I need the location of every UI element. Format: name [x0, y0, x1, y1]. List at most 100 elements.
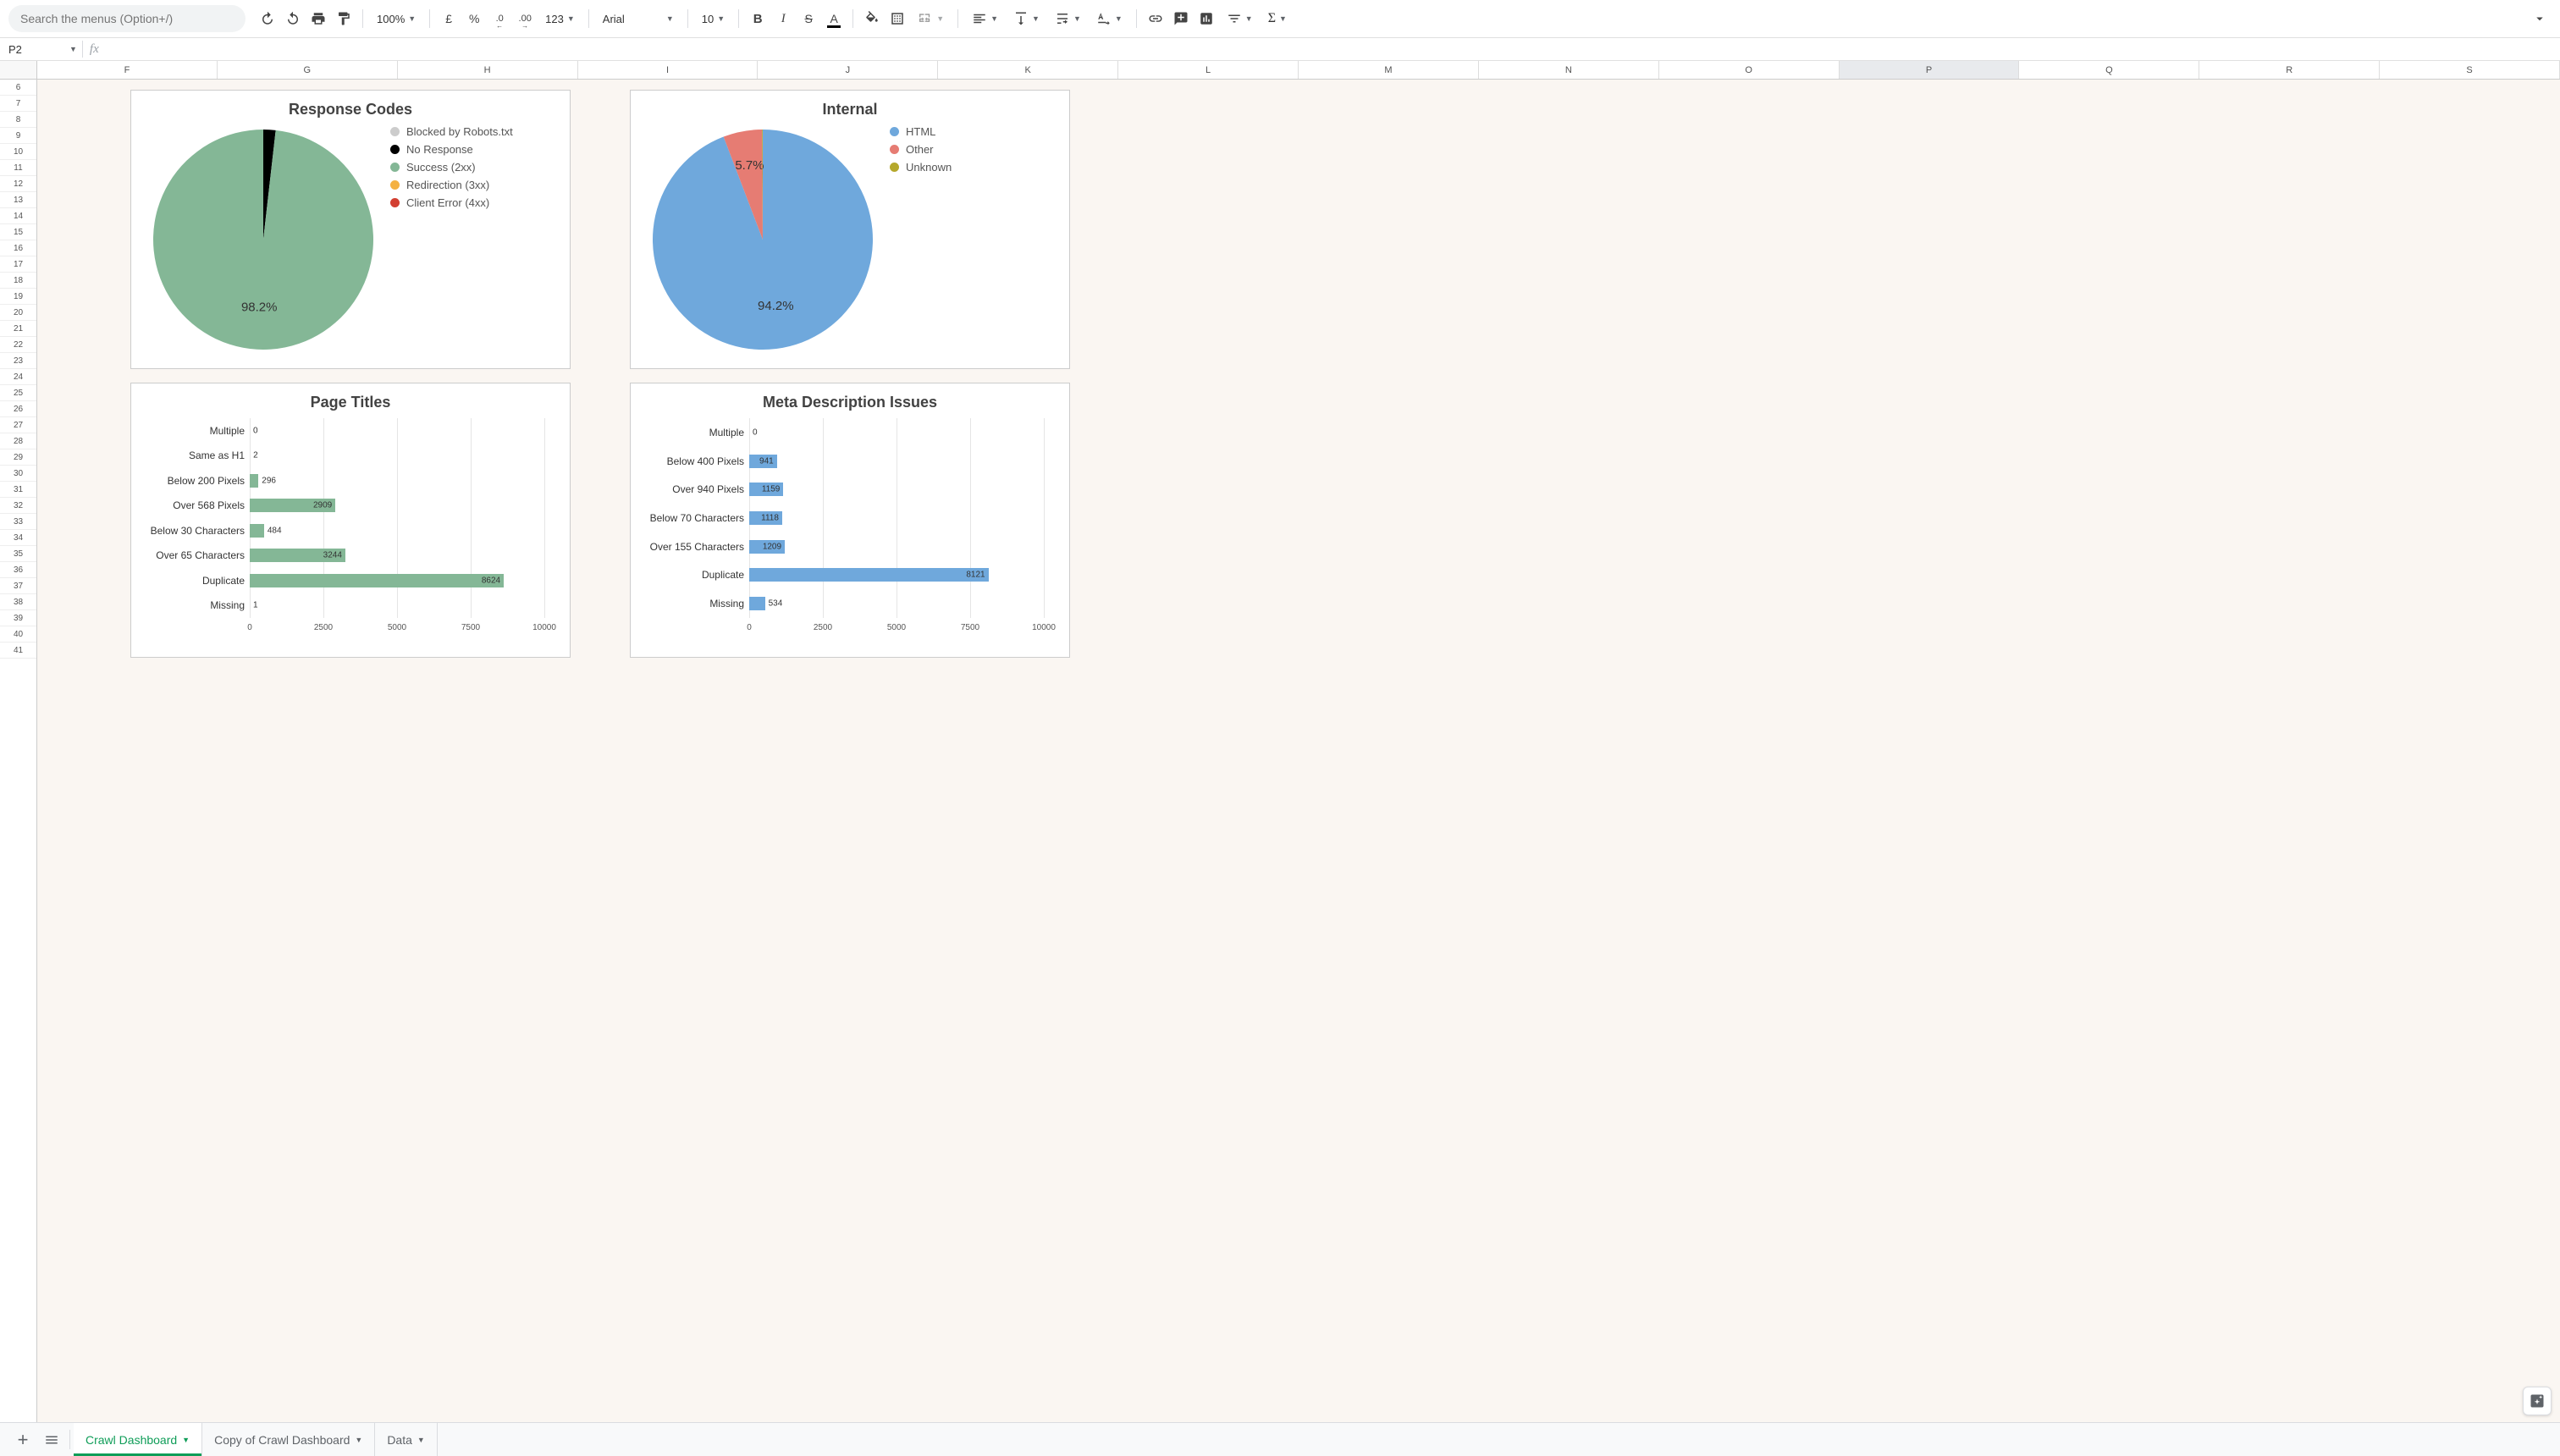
row-header[interactable]: 15	[0, 224, 36, 240]
undo-button[interactable]	[256, 7, 279, 30]
row-header[interactable]: 33	[0, 514, 36, 530]
row-header[interactable]: 32	[0, 498, 36, 514]
text-rotation-button[interactable]: ▼	[1090, 8, 1129, 30]
row-header[interactable]: 29	[0, 449, 36, 466]
row-header[interactable]: 12	[0, 176, 36, 192]
row-header[interactable]: 41	[0, 643, 36, 659]
spreadsheet-grid[interactable]: FGHIJKLMNOPQRS 6789101112131415161718192…	[0, 61, 2560, 1422]
column-header[interactable]: P	[1840, 61, 2020, 79]
sheet-tab[interactable]: Crawl Dashboard▼	[74, 1423, 202, 1456]
explore-button[interactable]	[2523, 1387, 2552, 1415]
all-sheets-button[interactable]	[37, 1426, 66, 1454]
row-header[interactable]: 14	[0, 208, 36, 224]
add-sheet-button[interactable]: +	[8, 1426, 37, 1454]
column-header[interactable]: O	[1659, 61, 1840, 79]
paint-format-button[interactable]	[332, 7, 356, 30]
row-header[interactable]: 6	[0, 80, 36, 96]
toolbar-more-button[interactable]	[2528, 7, 2552, 30]
insert-comment-button[interactable]	[1169, 7, 1193, 30]
column-header[interactable]: R	[2199, 61, 2380, 79]
redo-button[interactable]	[281, 7, 305, 30]
horizontal-align-button[interactable]: ▼	[965, 8, 1005, 30]
column-headers[interactable]: FGHIJKLMNOPQRS	[0, 61, 2560, 80]
row-header[interactable]: 36	[0, 562, 36, 578]
row-header[interactable]: 30	[0, 466, 36, 482]
name-box[interactable]	[5, 41, 64, 58]
currency-button[interactable]: £	[437, 7, 461, 30]
row-header[interactable]: 37	[0, 578, 36, 594]
row-header[interactable]: 19	[0, 289, 36, 305]
chart-page-titles[interactable]: Page Titles Multiple0Same as H12Below 20…	[130, 383, 571, 658]
row-header[interactable]: 7	[0, 96, 36, 112]
column-header[interactable]: K	[938, 61, 1118, 79]
column-header[interactable]: J	[758, 61, 938, 79]
column-header[interactable]: N	[1479, 61, 1659, 79]
insert-link-button[interactable]	[1144, 7, 1167, 30]
fill-color-button[interactable]	[860, 7, 884, 30]
row-header[interactable]: 34	[0, 530, 36, 546]
row-header[interactable]: 38	[0, 594, 36, 610]
merge-cells-button[interactable]: ▼	[911, 8, 951, 30]
borders-button[interactable]	[886, 7, 909, 30]
row-header[interactable]: 8	[0, 112, 36, 128]
row-header[interactable]: 35	[0, 546, 36, 562]
number-format-dropdown[interactable]: 123▼	[538, 9, 582, 29]
filter-button[interactable]: ▼	[1220, 8, 1260, 30]
name-box-dropdown[interactable]: ▼	[64, 45, 82, 53]
row-header[interactable]: 26	[0, 401, 36, 417]
vertical-align-button[interactable]: ▼	[1007, 8, 1046, 30]
column-header[interactable]: L	[1118, 61, 1299, 79]
formula-input[interactable]	[106, 41, 2555, 58]
row-header[interactable]: 23	[0, 353, 36, 369]
percent-button[interactable]: %	[462, 7, 486, 30]
row-header[interactable]: 10	[0, 144, 36, 160]
row-header[interactable]: 9	[0, 128, 36, 144]
toolbar: 100%▼ £ % .0← .00→ 123▼ Arial▼ 10▼ B I S…	[0, 0, 2560, 38]
row-header[interactable]: 20	[0, 305, 36, 321]
increase-decimal-button[interactable]: .00→	[513, 7, 537, 30]
text-color-button[interactable]: A	[822, 7, 846, 30]
functions-button[interactable]: Σ▼	[1261, 8, 1294, 30]
row-header[interactable]: 22	[0, 337, 36, 353]
font-dropdown[interactable]: Arial▼	[596, 9, 681, 29]
sheet-tab[interactable]: Copy of Crawl Dashboard▼	[202, 1423, 375, 1456]
row-header[interactable]: 24	[0, 369, 36, 385]
chart-internal[interactable]: Internal 94.2%5.7% HTMLOtherUnknown	[630, 90, 1070, 369]
bold-button[interactable]: B	[746, 7, 770, 30]
row-header[interactable]: 39	[0, 610, 36, 626]
decrease-decimal-button[interactable]: .0←	[488, 7, 511, 30]
chart-meta-description[interactable]: Meta Description Issues Multiple0Below 4…	[630, 383, 1070, 658]
zoom-dropdown[interactable]: 100%▼	[370, 9, 422, 29]
row-header[interactable]: 25	[0, 385, 36, 401]
column-header[interactable]: M	[1299, 61, 1479, 79]
column-header[interactable]: G	[218, 61, 398, 79]
row-header[interactable]: 31	[0, 482, 36, 498]
row-headers[interactable]: 6789101112131415161718192021222324252627…	[0, 80, 37, 1422]
row-header[interactable]: 11	[0, 160, 36, 176]
row-header[interactable]: 40	[0, 626, 36, 643]
chart-response-codes[interactable]: Response Codes 98.2% Blocked by Robots.t…	[130, 90, 571, 369]
search-input[interactable]	[8, 5, 246, 32]
row-header[interactable]: 18	[0, 273, 36, 289]
font-size-dropdown[interactable]: 10▼	[695, 9, 731, 29]
sheet-tab[interactable]: Data▼	[375, 1423, 438, 1456]
column-header[interactable]: Q	[2019, 61, 2199, 79]
row-header[interactable]: 21	[0, 321, 36, 337]
text-wrap-button[interactable]: ▼	[1048, 8, 1088, 30]
column-header[interactable]: H	[398, 61, 578, 79]
row-header[interactable]: 27	[0, 417, 36, 433]
strikethrough-button[interactable]: S	[797, 7, 820, 30]
column-header[interactable]: I	[578, 61, 759, 79]
charts-canvas: Response Codes 98.2% Blocked by Robots.t…	[37, 80, 2560, 1422]
column-header[interactable]: S	[2380, 61, 2560, 79]
row-header[interactable]: 28	[0, 433, 36, 449]
row-header[interactable]: 17	[0, 256, 36, 273]
row-header[interactable]: 13	[0, 192, 36, 208]
row-header[interactable]: 16	[0, 240, 36, 256]
column-header[interactable]: F	[37, 61, 218, 79]
print-button[interactable]	[306, 7, 330, 30]
italic-button[interactable]: I	[771, 7, 795, 30]
legend-item: Other	[890, 143, 952, 156]
insert-chart-button[interactable]	[1194, 7, 1218, 30]
select-all-corner[interactable]	[0, 61, 37, 79]
